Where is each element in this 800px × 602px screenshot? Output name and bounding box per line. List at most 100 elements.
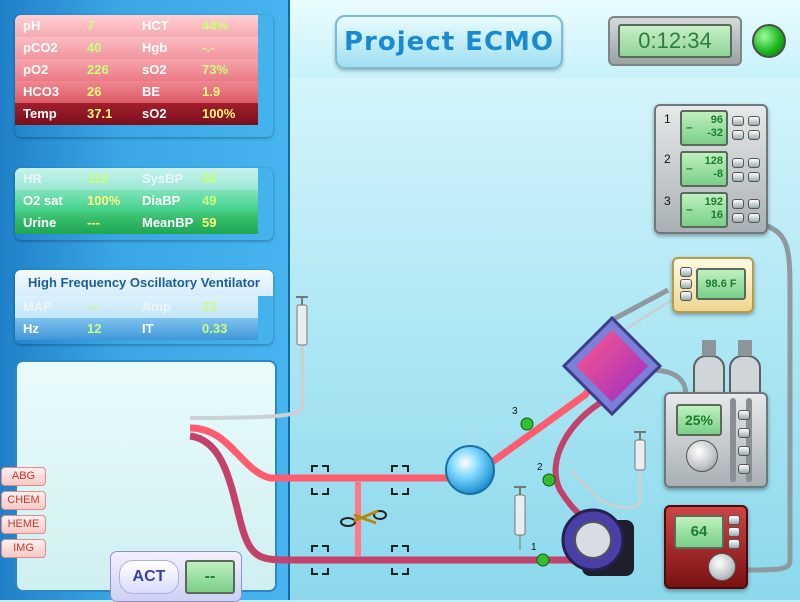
pressure-1-bottom: -32 xyxy=(707,127,723,139)
bg-value: 7 xyxy=(79,15,134,37)
heater-up-button[interactable] xyxy=(680,267,692,277)
hfov-panel: High Frequency Oscillatory Ventilator MA… xyxy=(15,270,273,344)
pressure-channel-index: 2 xyxy=(664,152,671,166)
pressure-channel-index: 1 xyxy=(664,112,671,126)
pressure-1-alarm-button[interactable] xyxy=(748,116,760,126)
pressure-2-alarm-button[interactable] xyxy=(748,158,760,168)
act-display: -- xyxy=(185,560,235,594)
vital-label: O2 sat xyxy=(15,190,79,212)
pressure-3-down-button[interactable] xyxy=(732,213,744,223)
vital-value: 100% xyxy=(79,190,134,212)
pressure-2-down-button[interactable] xyxy=(732,172,744,182)
pressure-1-up-button[interactable] xyxy=(732,116,744,126)
access-point-1[interactable] xyxy=(536,553,550,567)
pump-button[interactable] xyxy=(728,527,740,537)
hfov-value: --- xyxy=(79,296,134,318)
dash-icon: – xyxy=(686,161,693,175)
pump-controller[interactable]: 64 xyxy=(664,505,748,589)
pressure-2-top: 128 xyxy=(704,155,723,167)
hfov-value: 12 xyxy=(79,318,134,340)
hfov-label: IT xyxy=(134,318,194,340)
pressure-1-mute-button[interactable] xyxy=(748,130,760,140)
bg-label: BE xyxy=(134,81,194,103)
access-point-2-label: 2 xyxy=(537,462,543,473)
vitals-panel: HR 118 SysBP 68 O2 sat 100% DiaBP 49 Uri… xyxy=(15,168,273,240)
vital-value: 49 xyxy=(194,190,258,212)
blender-button[interactable] xyxy=(738,410,750,420)
vital-value: --- xyxy=(79,212,134,234)
act-button[interactable]: ACT xyxy=(119,560,179,594)
pressure-2-up-button[interactable] xyxy=(732,158,744,168)
heater-down-button[interactable] xyxy=(680,279,692,289)
flow-meter xyxy=(730,398,736,482)
scissors-icon[interactable] xyxy=(340,509,387,527)
bg-label: Temp xyxy=(15,103,79,125)
pressure-display-3: – 192 16 xyxy=(680,192,728,228)
gas-blender[interactable]: 25% xyxy=(664,392,768,488)
bubble-detector[interactable] xyxy=(445,445,495,495)
pressure-1-down-button[interactable] xyxy=(732,130,744,140)
bg-label: pH xyxy=(15,15,79,37)
hfov-label: Amp xyxy=(134,296,194,318)
bg-value: 73% xyxy=(194,59,258,81)
dash-icon: – xyxy=(686,120,693,134)
heater-line-a xyxy=(610,287,670,323)
pressure-3-up-button[interactable] xyxy=(732,199,744,209)
tab-heme[interactable]: HEME xyxy=(1,515,46,534)
blender-button[interactable] xyxy=(738,446,750,456)
bg-label: HCO3 xyxy=(15,81,79,103)
bg-value: 40 xyxy=(79,37,134,59)
timer-panel: 0:12:34 xyxy=(608,16,742,66)
pressure-display-2: – 128 -8 xyxy=(680,151,728,187)
pressure-3-top: 192 xyxy=(704,196,723,208)
vital-label: HR xyxy=(15,168,79,190)
gas-blender-knob[interactable] xyxy=(686,440,718,472)
vitals-grid: HR 118 SysBP 68 O2 sat 100% DiaBP 49 Uri… xyxy=(15,168,273,234)
pump-button[interactable] xyxy=(728,515,740,525)
pressure-3-alarm-button[interactable] xyxy=(748,199,760,209)
blender-button[interactable] xyxy=(738,464,750,474)
pump-button[interactable] xyxy=(728,539,740,549)
bg-label: HCT xyxy=(134,15,194,37)
access-point-1-label: 1 xyxy=(531,542,537,553)
bg-value: 44% xyxy=(194,15,258,37)
vital-label: Urine xyxy=(15,212,79,234)
blood-pump[interactable] xyxy=(561,508,634,576)
syringe-icon[interactable] xyxy=(634,431,646,471)
bg-value: 226 xyxy=(79,59,134,81)
vital-value: 118 xyxy=(79,168,134,190)
pump-display: 64 xyxy=(674,515,724,549)
pressure-3-bottom: 16 xyxy=(710,209,723,221)
bg-value: 26 xyxy=(79,81,134,103)
bg-value: -.- xyxy=(194,37,258,59)
tab-abg[interactable]: ABG xyxy=(1,467,46,486)
pump-speed-knob[interactable] xyxy=(708,553,736,581)
app-title[interactable]: Project ECMO xyxy=(335,15,563,69)
pressure-3-mute-button[interactable] xyxy=(748,213,760,223)
vital-label: SysBP xyxy=(134,168,194,190)
pressure-display-1: – 96 -32 xyxy=(680,110,728,146)
heater-power-button[interactable] xyxy=(680,291,692,301)
bg-label: Hgb xyxy=(134,37,194,59)
hfov-label: MAP xyxy=(15,296,79,318)
blender-button[interactable] xyxy=(738,428,750,438)
pressure-2-mute-button[interactable] xyxy=(748,172,760,182)
tab-img[interactable]: IMG xyxy=(1,539,46,558)
tab-chem[interactable]: CHEM xyxy=(1,491,46,510)
bg-label: sO2 xyxy=(134,103,194,125)
syringe-icon[interactable] xyxy=(514,486,526,550)
hfov-title: High Frequency Oscillatory Ventilator xyxy=(15,270,273,296)
vital-value: 59 xyxy=(194,212,258,234)
hfov-label: Hz xyxy=(15,318,79,340)
status-led-icon[interactable] xyxy=(752,24,786,58)
dash-icon: – xyxy=(686,202,693,216)
pressure-2-bottom: -8 xyxy=(713,168,723,180)
access-point-2[interactable] xyxy=(542,473,556,487)
syringe-icon[interactable] xyxy=(296,296,308,346)
blood-gas-panel: pH 7 HCT 44% pCO2 40 Hgb -.- pO2 226 sO2… xyxy=(15,15,273,137)
timer-display: 0:12:34 xyxy=(618,24,732,58)
heater-unit[interactable]: 98.6 F xyxy=(672,257,754,313)
access-point-3[interactable] xyxy=(520,417,534,431)
blood-gas-grid: pH 7 HCT 44% pCO2 40 Hgb -.- pO2 226 sO2… xyxy=(15,15,273,125)
pressure-1-top: 96 xyxy=(710,114,723,126)
